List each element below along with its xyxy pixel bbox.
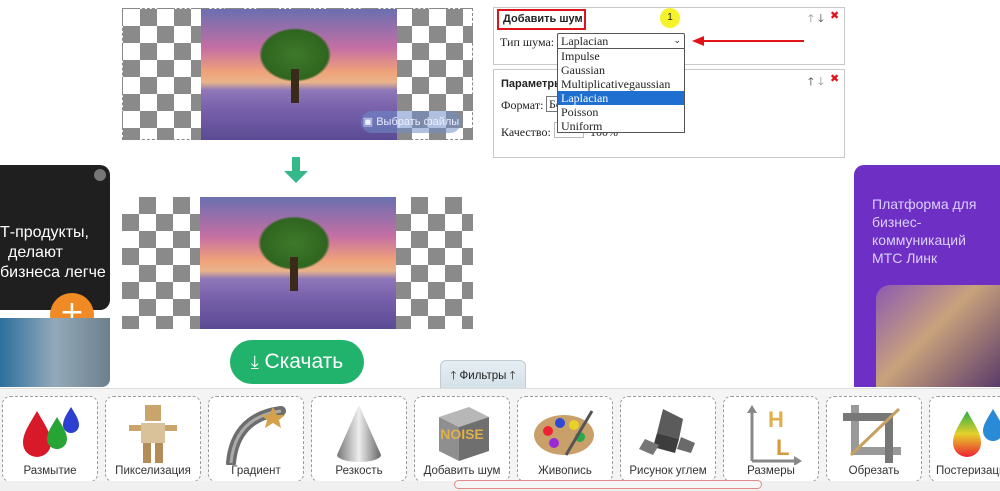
right-ad[interactable]: Платформа для бизнес- коммуникаций МТС Л… bbox=[854, 165, 1000, 387]
tool-gradient[interactable]: Градиент bbox=[208, 396, 304, 482]
tool-charcoal[interactable]: Рисунок углем bbox=[620, 396, 716, 482]
annotation-arrow bbox=[692, 36, 804, 46]
crop-icon bbox=[843, 405, 901, 463]
option-multiplicativegaussian[interactable]: Multiplicativegaussian bbox=[558, 77, 684, 91]
gradient-arc-icon bbox=[226, 406, 286, 465]
option-impulse[interactable]: Impulse bbox=[558, 49, 684, 63]
left-ad-text: Т-продукты, делают бизнеса легче bbox=[0, 224, 106, 281]
option-uniform[interactable]: Uniform bbox=[558, 119, 684, 133]
upload-button[interactable]: ▣ Выбрать файлы bbox=[361, 111, 461, 133]
move-down-icon[interactable]: 🡓 bbox=[818, 10, 824, 29]
noise-panel-title: Добавить шум bbox=[497, 9, 586, 30]
output-photo bbox=[200, 197, 396, 329]
format-label: Формат: bbox=[501, 98, 544, 112]
noise-type-dropdown[interactable]: Impulse Gaussian Multiplicativegaussian … bbox=[557, 48, 685, 133]
download-icon: ⤓ bbox=[250, 352, 265, 373]
drops-icon bbox=[23, 407, 79, 457]
left-ad-close-icon[interactable] bbox=[94, 169, 106, 181]
option-laplacian[interactable]: Laplacian bbox=[558, 91, 684, 105]
posterize-drops-icon bbox=[953, 409, 1000, 457]
tool-resize[interactable]: H L Размеры bbox=[723, 396, 819, 482]
chevron-down-icon: ⌄ bbox=[673, 36, 681, 46]
right-ad-photo bbox=[876, 285, 1000, 387]
svg-text:H: H bbox=[768, 407, 784, 432]
resize-hl-icon: H L bbox=[747, 405, 802, 465]
tool-painting[interactable]: Живопись bbox=[517, 396, 613, 482]
annotation-badge: 1 bbox=[660, 8, 680, 28]
remove-icon[interactable]: ✖ bbox=[830, 9, 839, 22]
arrow-up-icon: 🡑 bbox=[509, 368, 516, 382]
arrow-up-icon: 🡑 bbox=[450, 368, 457, 382]
tool-posterize[interactable]: Постеризация bbox=[929, 396, 1000, 482]
move-down-icon[interactable]: 🡓 bbox=[818, 73, 824, 92]
palette-icon bbox=[534, 410, 594, 456]
svg-text:L: L bbox=[776, 435, 789, 460]
noise-type-label: Тип шума: bbox=[500, 35, 555, 49]
file-icon: ▣ bbox=[362, 116, 377, 128]
cone-icon bbox=[337, 405, 381, 462]
right-ad-text: Платформа для бизнес- коммуникаций МТС Л… bbox=[872, 196, 977, 266]
tools-scrollbar-thumb[interactable] bbox=[454, 480, 762, 489]
left-ad-photo bbox=[0, 318, 110, 387]
quality-label: Качество: bbox=[501, 125, 551, 139]
tool-sharpen[interactable]: Резкость bbox=[311, 396, 407, 482]
pixel-figure-icon bbox=[129, 405, 177, 463]
params-panel-title: Параметры bbox=[501, 78, 564, 90]
filters-tab[interactable]: 🡑 Фильтры 🡑 bbox=[440, 360, 526, 388]
arrow-down-icon bbox=[284, 157, 308, 183]
tool-pixelate[interactable]: Пикселизация bbox=[105, 396, 201, 482]
noise-cube-icon: NOISE bbox=[439, 407, 489, 461]
move-up-icon[interactable]: 🡑 bbox=[808, 10, 814, 29]
tool-add-noise[interactable]: NOISE Добавить шум bbox=[414, 396, 510, 482]
svg-text:NOISE: NOISE bbox=[440, 426, 484, 442]
left-ad[interactable]: Т-продукты, делают бизнеса легче + bbox=[0, 165, 112, 387]
tool-crop[interactable]: Обрезать bbox=[826, 396, 922, 482]
option-poisson[interactable]: Poisson bbox=[558, 105, 684, 119]
remove-icon[interactable]: ✖ bbox=[830, 72, 839, 85]
charcoal-icon bbox=[639, 409, 695, 455]
output-image-preview bbox=[122, 197, 473, 329]
download-button[interactable]: ⤓ Скачать bbox=[230, 340, 364, 384]
input-image-preview: ▣ Выбрать файлы bbox=[122, 8, 473, 140]
option-gaussian[interactable]: Gaussian bbox=[558, 63, 684, 77]
tool-blur[interactable]: Размытие bbox=[2, 396, 98, 482]
move-up-icon[interactable]: 🡑 bbox=[808, 73, 814, 92]
